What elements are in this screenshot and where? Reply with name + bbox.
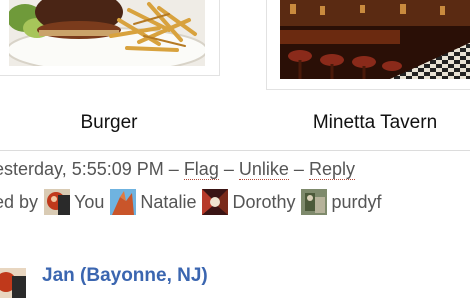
separator: –: [168, 159, 179, 179]
purdyf-avatar: [301, 189, 328, 215]
jan-avatar[interactable]: [0, 268, 26, 298]
burger-photo-image: [9, 0, 205, 66]
burger-photo-frame: [0, 0, 220, 76]
liker-name: Natalie: [140, 191, 197, 212]
comment-header: Jan (Bayonne, NJ): [0, 262, 470, 298]
tavern-photo-image: [280, 0, 470, 79]
reply-link[interactable]: Reply: [308, 159, 355, 180]
separator: –: [293, 159, 304, 179]
liked-by-prefix: ed by: [0, 191, 39, 212]
separator: –: [223, 159, 234, 179]
burger-photo[interactable]: [9, 0, 205, 66]
comment-meta: esterday, 5:55:09 PM – Flag – Unlike – R…: [0, 159, 355, 180]
restaurant-interior-photo[interactable]: [280, 0, 470, 79]
liker-name: You: [74, 191, 105, 212]
tavern-caption: Minetta Tavern: [312, 112, 438, 133]
liker-dorothy[interactable]: Dorothy: [202, 189, 295, 215]
liked-by-line: ed by You Natalie: [0, 188, 382, 216]
liker-name: purdyf: [331, 191, 382, 212]
comment-author-link[interactable]: Jan (Bayonne, NJ): [42, 265, 208, 287]
section-divider: [0, 150, 470, 151]
tavern-photo-frame: [266, 0, 470, 90]
liker-name: Dorothy: [232, 191, 296, 212]
you-avatar: [44, 189, 71, 215]
natalie-avatar: [110, 189, 137, 215]
burger-caption: Burger: [80, 112, 138, 133]
liker-you[interactable]: You: [44, 189, 104, 215]
unlike-link[interactable]: Unlike: [238, 159, 289, 180]
dorothy-avatar: [202, 189, 229, 215]
flag-link[interactable]: Flag: [183, 159, 219, 180]
liker-purdyf[interactable]: purdyf: [301, 189, 382, 215]
comment-timestamp: esterday, 5:55:09 PM: [0, 159, 164, 179]
liker-natalie[interactable]: Natalie: [110, 189, 196, 215]
